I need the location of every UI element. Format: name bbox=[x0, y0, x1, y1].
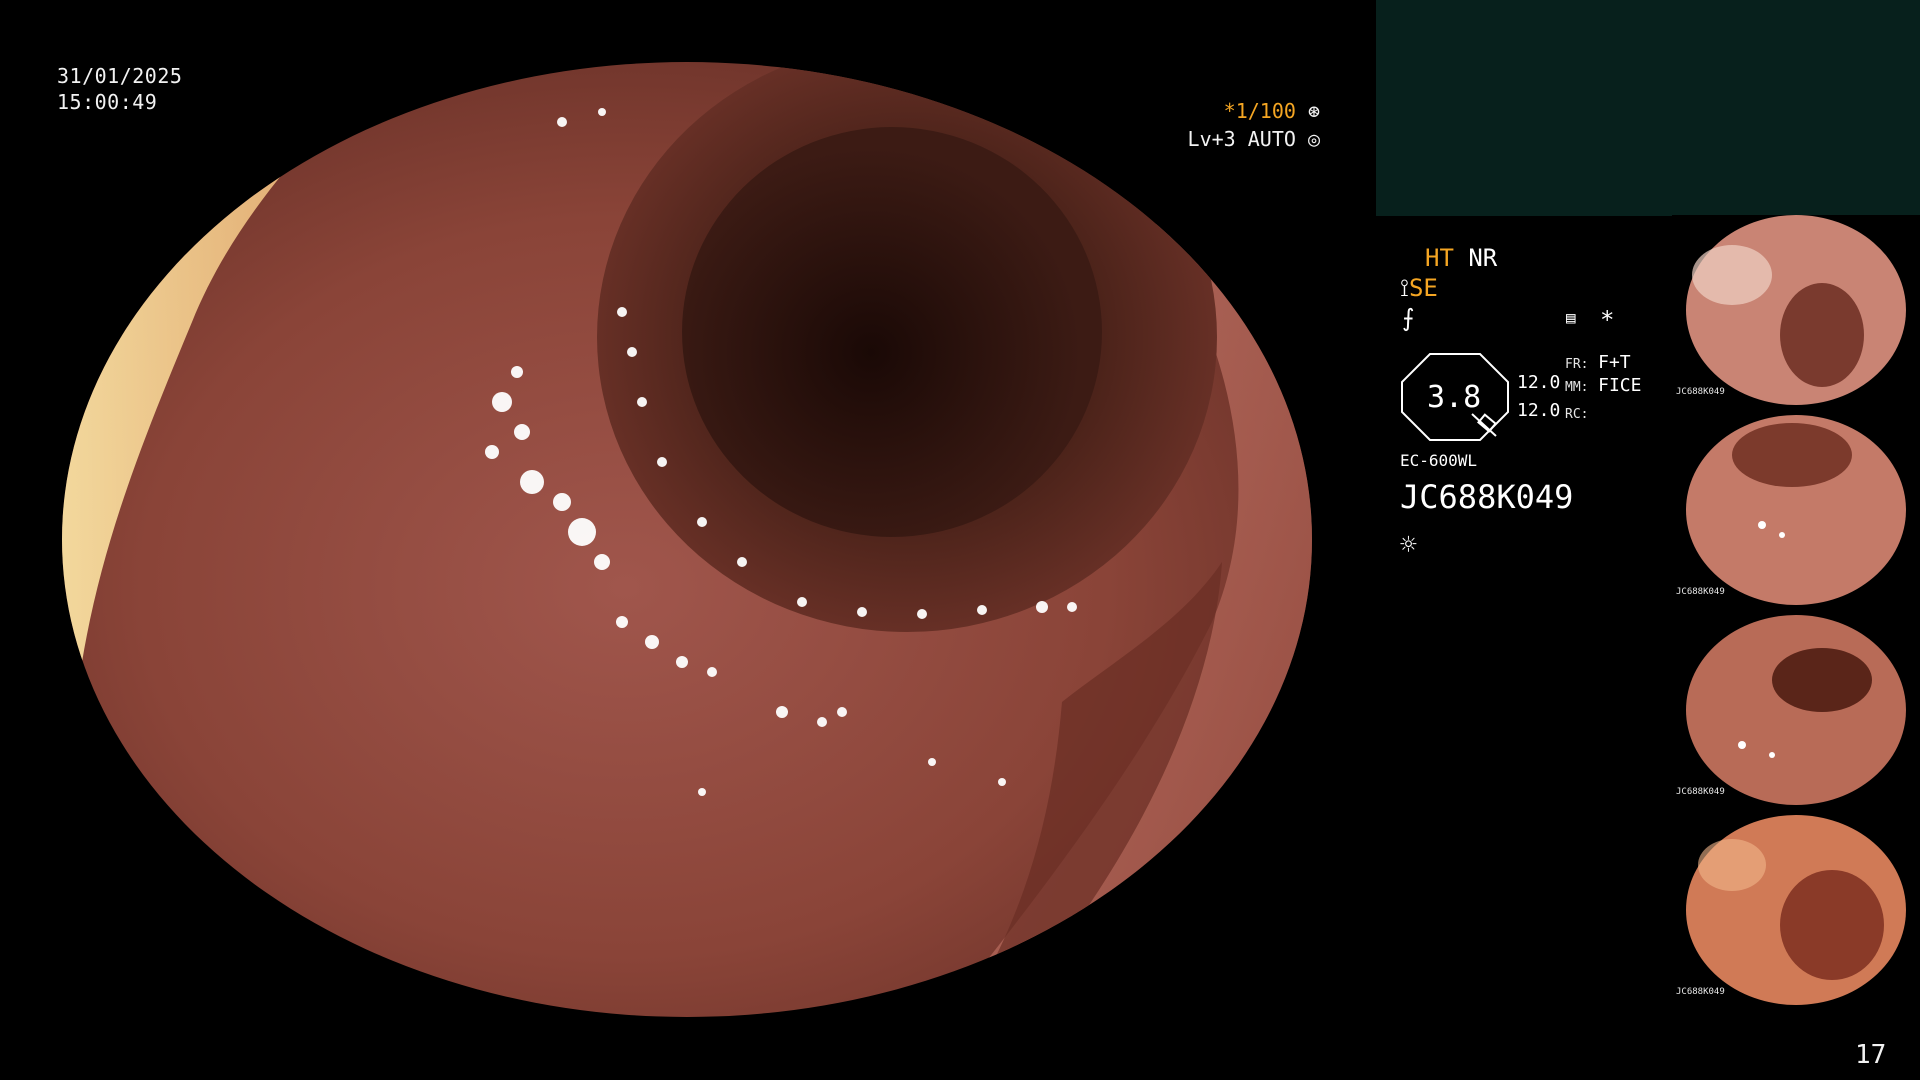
thumbnail-1[interactable]: JC688K049 bbox=[1672, 215, 1920, 405]
thumbnail-4-caption: JC688K049 bbox=[1676, 987, 1725, 997]
colon-image bbox=[62, 62, 1312, 1017]
freeze-icon: ⨍ bbox=[1402, 304, 1415, 332]
fr-value: F+T bbox=[1598, 352, 1631, 373]
scope-serial: JC688K049 bbox=[1400, 478, 1574, 516]
level-readout: Lv+3 AUTO ◎ bbox=[1188, 127, 1320, 151]
mm-row: MM: FICE bbox=[1565, 375, 1641, 396]
rc-row: RC: bbox=[1565, 403, 1588, 422]
se-label: SE bbox=[1408, 274, 1438, 302]
rc-label: RC: bbox=[1565, 407, 1589, 422]
fr-label: FR: bbox=[1565, 357, 1589, 372]
thumbnail-2[interactable]: JC688K049 bbox=[1672, 415, 1920, 605]
aperture-icon: ⊛ bbox=[1307, 99, 1320, 123]
thumbnail-1-image bbox=[1672, 215, 1920, 405]
value-2: 12.0 bbox=[1517, 400, 1561, 421]
asterisk-marker: * bbox=[1600, 306, 1615, 334]
fr-row: FR: F+T bbox=[1565, 352, 1631, 373]
mm-value: FICE bbox=[1598, 375, 1642, 396]
top-right-panel bbox=[1376, 0, 1920, 216]
level-value: Lv+3 AUTO bbox=[1187, 127, 1296, 151]
nr-label: NR bbox=[1468, 244, 1498, 272]
thumbnail-4[interactable]: JC688K049 bbox=[1672, 815, 1920, 1005]
ht-label: HT bbox=[1425, 244, 1454, 272]
thumbnail-1-caption: JC688K049 bbox=[1676, 387, 1725, 397]
se-row: ⟟SE bbox=[1400, 274, 1438, 302]
thumbnail-3[interactable]: JC688K049 bbox=[1672, 615, 1920, 805]
page-number: 17 bbox=[1855, 1040, 1887, 1070]
thumbnail-3-image bbox=[1672, 615, 1920, 805]
thumbnail-3-caption: JC688K049 bbox=[1676, 787, 1725, 797]
shutter-readout: *1/100 ⊛ bbox=[1224, 99, 1320, 123]
mm-label: MM: bbox=[1565, 380, 1589, 395]
light-source-icon: ☼ bbox=[1400, 528, 1417, 561]
memory-icon: ▤ bbox=[1566, 308, 1576, 327]
thumbnail-2-image bbox=[1672, 415, 1920, 605]
scope-model: EC-600WL bbox=[1400, 451, 1478, 470]
shutter-value: *1/100 bbox=[1223, 99, 1296, 123]
thumbnail-4-image bbox=[1672, 815, 1920, 1005]
date-readout: 31/01/2025 bbox=[57, 64, 183, 88]
ht-nr-row: HT NR bbox=[1425, 244, 1497, 272]
time-readout: 15:00:49 bbox=[57, 90, 158, 114]
iris-icon: ◎ bbox=[1307, 127, 1320, 151]
thumbnail-2-caption: JC688K049 bbox=[1676, 587, 1725, 597]
zoom-value: 3.8 bbox=[1427, 380, 1482, 415]
structure-enhancement-icon: ⟟ bbox=[1400, 274, 1409, 302]
value-1: 12.0 bbox=[1517, 372, 1561, 393]
endoscope-main-view bbox=[62, 62, 1312, 1017]
